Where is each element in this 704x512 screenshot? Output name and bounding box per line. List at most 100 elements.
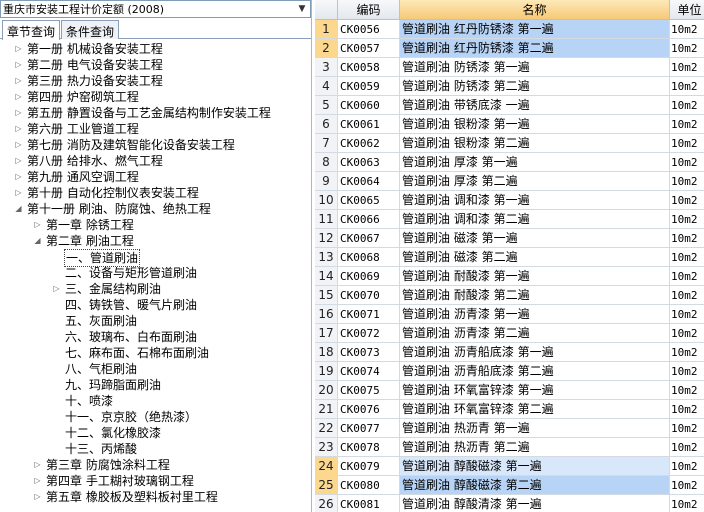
tree-node-label[interactable]: 第二册 电气设备安装工程	[26, 57, 164, 73]
tree-node-label[interactable]: 十、喷漆	[64, 393, 114, 409]
tree-node-label[interactable]: 第四章 手工糊衬玻璃钢工程	[45, 473, 195, 489]
tree-node[interactable]: 八、气柜刷油	[0, 361, 311, 377]
tree-node[interactable]: 十二、氯化橡胶漆	[0, 425, 311, 441]
table-row[interactable]: 10 CK0065 管道刷油 调和漆 第一遍 10m2	[315, 191, 704, 210]
table-row[interactable]: 20 CK0075 管道刷油 环氧富锌漆 第一遍 10m2	[315, 381, 704, 400]
table-row[interactable]: 15 CK0070 管道刷油 耐酸漆 第二遍 10m2	[315, 286, 704, 305]
tree-node[interactable]: ▷ 第十册 自动化控制仪表安装工程	[0, 185, 311, 201]
tree-node[interactable]: ▷ 第一章 除锈工程	[0, 217, 311, 233]
tree-node-label[interactable]: 第一册 机械设备安装工程	[26, 41, 164, 57]
tree-node-label[interactable]: 第五章 橡胶板及塑料板衬里工程	[45, 489, 219, 505]
tree-node-label[interactable]: 二、设备与矩形管道刷油	[64, 265, 198, 281]
expand-arrow-icon[interactable]: ▷	[14, 169, 23, 185]
expand-arrow-icon[interactable]: ▷	[14, 121, 23, 137]
tree-node[interactable]: ▷ 第二册 电气设备安装工程	[0, 57, 311, 73]
quota-library-select[interactable]: 重庆市安装工程计价定额 (2008) ▼	[0, 0, 311, 18]
tree-node[interactable]: ▷ 第三章 防腐蚀涂料工程	[0, 457, 311, 473]
table-row[interactable]: 6 CK0061 管道刷油 银粉漆 第一遍 10m2	[315, 115, 704, 134]
tree-node[interactable]: 七、麻布面、石棉布面刷油	[0, 345, 311, 361]
table-row[interactable]: 4 CK0059 管道刷油 防锈漆 第二遍 10m2	[315, 77, 704, 96]
tree-node[interactable]: ▷ 第四册 炉窑砌筑工程	[0, 89, 311, 105]
table-row[interactable]: 3 CK0058 管道刷油 防锈漆 第一遍 10m2	[315, 58, 704, 77]
expand-arrow-icon[interactable]: ▷	[33, 489, 42, 505]
tree-node-label[interactable]: 九、玛蹄脂面刷油	[64, 377, 162, 393]
table-row[interactable]: 26 CK0081 管道刷油 醇酸清漆 第一遍 10m2	[315, 495, 704, 512]
table-row[interactable]: 19 CK0074 管道刷油 沥青船底漆 第二遍 10m2	[315, 362, 704, 381]
expand-arrow-icon[interactable]: ▷	[14, 57, 23, 73]
tree-node[interactable]: 四、铸铁管、暖气片刷油	[0, 297, 311, 313]
tree-node[interactable]: ▷ 第四章 手工糊衬玻璃钢工程	[0, 473, 311, 489]
table-row[interactable]: 2 CK0057 管道刷油 红丹防锈漆 第二遍 10m2	[315, 39, 704, 58]
table-row[interactable]: 22 CK0077 管道刷油 热沥青 第一遍 10m2	[315, 419, 704, 438]
tree-node-label[interactable]: 第七册 消防及建筑智能化设备安装工程	[26, 137, 236, 153]
tree-node-label[interactable]: 第一章 除锈工程	[45, 217, 135, 233]
tree-node-label[interactable]: 第五册 静置设备与工艺金属结构制作安装工程	[26, 105, 272, 121]
column-header-name[interactable]: 名称	[400, 0, 670, 20]
expand-arrow-icon[interactable]: ▷	[14, 105, 23, 121]
table-row[interactable]: 5 CK0060 管道刷油 带锈底漆 一遍 10m2	[315, 96, 704, 115]
table-row[interactable]: 18 CK0073 管道刷油 沥青船底漆 第一遍 10m2	[315, 343, 704, 362]
tree-node[interactable]: ▷ 第三册 热力设备安装工程	[0, 73, 311, 89]
table-row[interactable]: 25 CK0080 管道刷油 醇酸磁漆 第二遍 10m2	[315, 476, 704, 495]
table-row[interactable]: 8 CK0063 管道刷油 厚漆 第一遍 10m2	[315, 153, 704, 172]
tab-condition-query[interactable]: 条件查询	[61, 20, 120, 39]
tree-node-label[interactable]: 七、麻布面、石棉布面刷油	[64, 345, 210, 361]
tree-node[interactable]: ▷ 第九册 通风空调工程	[0, 169, 311, 185]
tree-node[interactable]: ▷ 三、金属结构刷油	[0, 281, 311, 297]
tree-node[interactable]: ▷ 第五章 橡胶板及塑料板衬里工程	[0, 489, 311, 505]
collapse-arrow-icon[interactable]: ◢	[33, 233, 42, 249]
tree-node-label[interactable]: 第三章 防腐蚀涂料工程	[45, 457, 171, 473]
table-row[interactable]: 17 CK0072 管道刷油 沥青漆 第二遍 10m2	[315, 324, 704, 343]
tree-node-label[interactable]: 十三、丙烯酸	[64, 441, 138, 457]
tree-node[interactable]: 十一、京京胶（绝热漆）	[0, 409, 311, 425]
column-header-unit[interactable]: 单位	[670, 0, 704, 20]
table-row[interactable]: 13 CK0068 管道刷油 磁漆 第二遍 10m2	[315, 248, 704, 267]
tree-node-label[interactable]: 三、金属结构刷油	[64, 281, 162, 297]
expand-arrow-icon[interactable]: ▷	[33, 457, 42, 473]
tree-node[interactable]: 二、设备与矩形管道刷油	[0, 265, 311, 281]
table-row[interactable]: 16 CK0071 管道刷油 沥青漆 第一遍 10m2	[315, 305, 704, 324]
tree-node-label[interactable]: 第十一册 刷油、防腐蚀、绝热工程	[26, 201, 212, 217]
tree-node-label[interactable]: 第十册 自动化控制仪表安装工程	[26, 185, 200, 201]
table-row[interactable]: 24 CK0079 管道刷油 醇酸磁漆 第一遍 10m2	[315, 457, 704, 476]
tree-node[interactable]: ▷ 第七册 消防及建筑智能化设备安装工程	[0, 137, 311, 153]
tree-node[interactable]: 九、玛蹄脂面刷油	[0, 377, 311, 393]
tree-node-label[interactable]: 十一、京京胶（绝热漆）	[64, 409, 198, 425]
tree-node-label[interactable]: 八、气柜刷油	[64, 361, 138, 377]
table-row[interactable]: 14 CK0069 管道刷油 耐酸漆 第一遍 10m2	[315, 267, 704, 286]
table-row[interactable]: 23 CK0078 管道刷油 热沥青 第二遍 10m2	[315, 438, 704, 457]
expand-arrow-icon[interactable]: ▷	[33, 217, 42, 233]
tree-node-label[interactable]: 六、玻璃布、白布面刷油	[64, 329, 198, 345]
collapse-arrow-icon[interactable]: ◢	[14, 201, 23, 217]
table-row[interactable]: 21 CK0076 管道刷油 环氧富锌漆 第二遍 10m2	[315, 400, 704, 419]
table-row[interactable]: 12 CK0067 管道刷油 磁漆 第一遍 10m2	[315, 229, 704, 248]
tree-node[interactable]: ▷ 第五册 静置设备与工艺金属结构制作安装工程	[0, 105, 311, 121]
tree-node-label[interactable]: 第二章 刷油工程	[45, 233, 135, 249]
tree-node-label[interactable]: 五、灰面刷油	[64, 313, 138, 329]
tree-node[interactable]: ▷ 第八册 给排水、燃气工程	[0, 153, 311, 169]
tree-node[interactable]: 十三、丙烯酸	[0, 441, 311, 457]
table-row[interactable]: 11 CK0066 管道刷油 调和漆 第二遍 10m2	[315, 210, 704, 229]
tree-node[interactable]: 六、玻璃布、白布面刷油	[0, 329, 311, 345]
table-row[interactable]: 9 CK0064 管道刷油 厚漆 第二遍 10m2	[315, 172, 704, 191]
tree-node-label[interactable]: 第六册 工业管道工程	[26, 121, 140, 137]
table-row[interactable]: 7 CK0062 管道刷油 银粉漆 第二遍 10m2	[315, 134, 704, 153]
tree-node-label[interactable]: 十二、氯化橡胶漆	[64, 425, 162, 441]
column-header-code[interactable]: 编码	[338, 0, 400, 20]
tree-node[interactable]: ▷ 第一册 机械设备安装工程	[0, 41, 311, 57]
tab-chapter-query[interactable]: 章节查询	[2, 20, 61, 40]
tree-node-label[interactable]: 第八册 给排水、燃气工程	[26, 153, 164, 169]
expand-arrow-icon[interactable]: ▷	[14, 89, 23, 105]
tree-node-label[interactable]: 第九册 通风空调工程	[26, 169, 140, 185]
tree-node-label[interactable]: 四、铸铁管、暖气片刷油	[64, 297, 198, 313]
tree-node-label[interactable]: 第四册 炉窑砌筑工程	[26, 89, 140, 105]
tree-node[interactable]: ◢ 第十一册 刷油、防腐蚀、绝热工程	[0, 201, 311, 217]
tree-node-label[interactable]: 第三册 热力设备安装工程	[26, 73, 164, 89]
tree-node[interactable]: 一、管道刷油	[0, 249, 311, 267]
table-row[interactable]: 1 CK0056 管道刷油 红丹防锈漆 第一遍 10m2	[315, 20, 704, 39]
chevron-down-icon[interactable]: ▼	[294, 1, 310, 17]
tree-node[interactable]: 五、灰面刷油	[0, 313, 311, 329]
expand-arrow-icon[interactable]: ▷	[14, 41, 23, 57]
tree-node[interactable]: ▷ 第六册 工业管道工程	[0, 121, 311, 137]
expand-arrow-icon[interactable]: ▷	[14, 153, 23, 169]
